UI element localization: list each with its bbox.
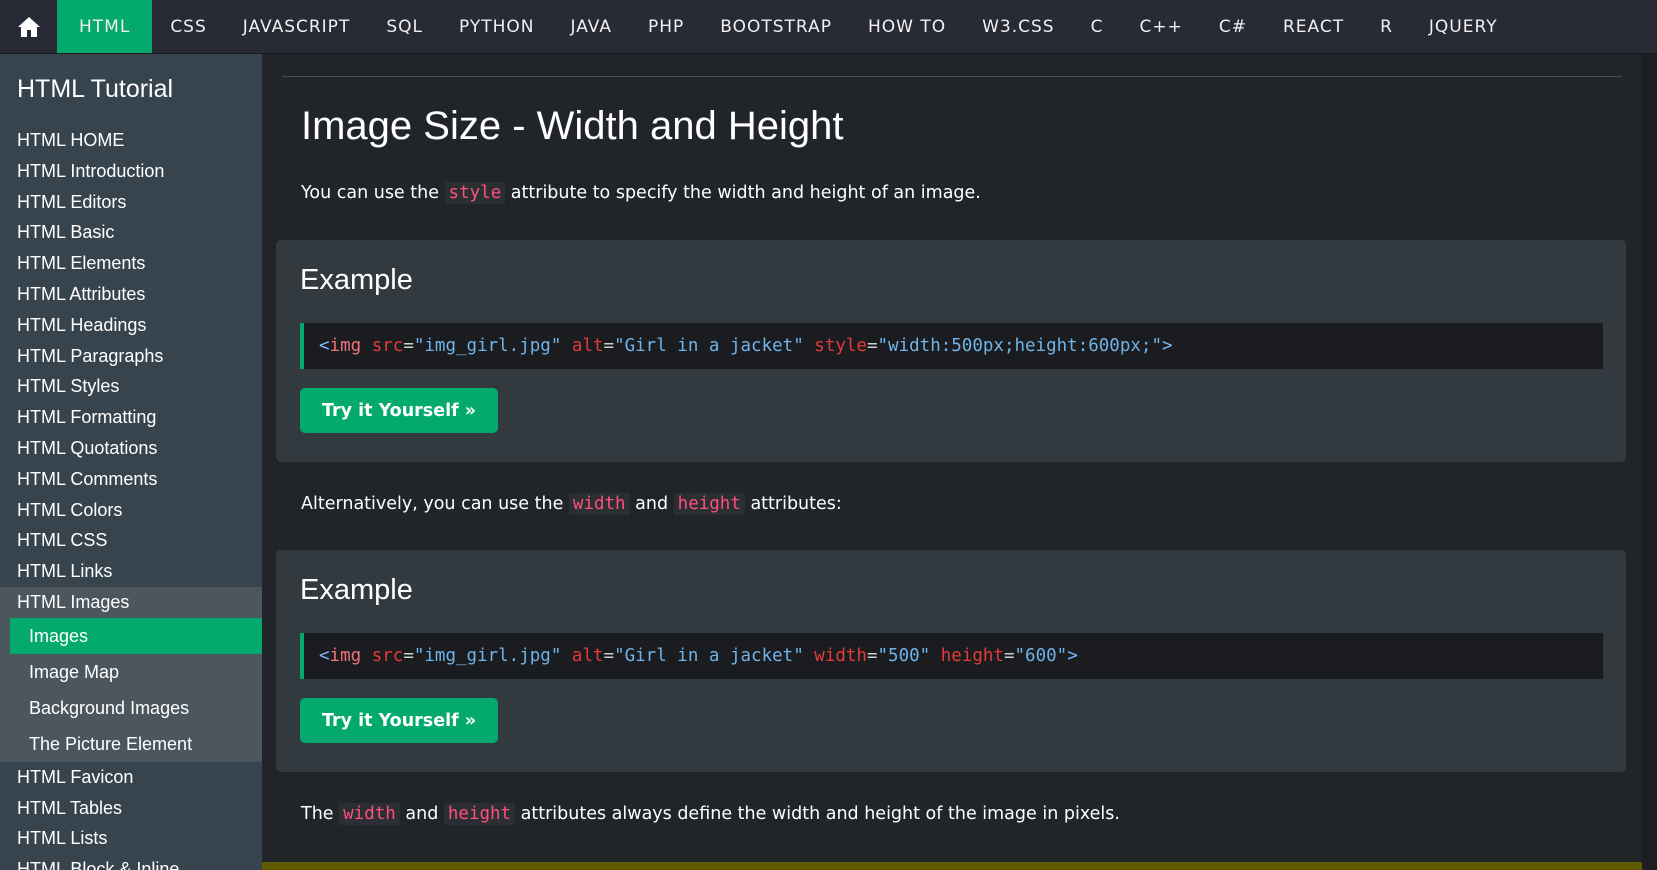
nav-r[interactable]: R — [1362, 0, 1411, 53]
sidebar-item[interactable]: HTML Lists — [0, 823, 262, 854]
code-token: "img_girl.jpg" — [413, 646, 562, 666]
nav-w3css[interactable]: W3.CSS — [964, 0, 1072, 53]
para-text: and — [629, 494, 674, 514]
intro-text-before: You can use the — [301, 183, 445, 203]
try-it-yourself-button[interactable]: Try it Yourself » — [300, 388, 499, 433]
para-text: The — [301, 804, 340, 824]
sidebar-list-after: HTML Favicon HTML Tables HTML Lists HTML… — [0, 762, 262, 870]
nav-php[interactable]: PHP — [630, 0, 702, 53]
nav-python[interactable]: PYTHON — [441, 0, 553, 53]
inline-code-height: height — [443, 803, 516, 825]
nav-html[interactable]: HTML — [57, 0, 153, 53]
nav-css[interactable]: CSS — [152, 0, 224, 53]
code-token: "Girl in a jacket" — [614, 336, 804, 356]
nav-csharp[interactable]: C# — [1201, 0, 1265, 53]
nav-sql[interactable]: SQL — [368, 0, 441, 53]
nav-javascript[interactable]: JAVASCRIPT — [225, 0, 369, 53]
alternative-paragraph: Alternatively, you can use the width and… — [301, 493, 842, 515]
nav-c[interactable]: C — [1073, 0, 1122, 53]
sidebar-subitem-background-images[interactable]: Background Images — [10, 690, 262, 726]
code-token: > — [1162, 336, 1173, 356]
example-box-2: Example < img src = "img_girl.jpg" alt = "Gir… — [276, 550, 1626, 772]
sidebar-subitem-picture-element[interactable]: The Picture Element — [10, 726, 262, 762]
code-token: > — [1067, 646, 1078, 666]
para-text: attributes: — [744, 494, 842, 514]
code-token: "width:500px;height:600px;" — [877, 336, 1162, 356]
nav-jquery[interactable]: JQUERY — [1411, 0, 1516, 53]
code-token: img — [329, 336, 362, 356]
code-token: < — [319, 336, 330, 356]
intro-text-after: attribute to specify the width and heigh… — [505, 183, 981, 203]
sidebar-item[interactable]: HTML Paragraphs — [0, 341, 262, 372]
sidebar-item[interactable]: HTML Attributes — [0, 279, 262, 310]
para-text: and — [399, 804, 444, 824]
sidebar-item[interactable]: HTML Headings — [0, 310, 262, 341]
sidebar-item[interactable]: HTML HOME — [0, 125, 262, 156]
sidebar-item-html-images[interactable]: HTML Images — [0, 586, 262, 618]
inline-code-width: width — [339, 803, 400, 825]
inline-code-height: height — [673, 493, 745, 515]
code-token: alt — [571, 646, 604, 666]
para-text: attributes always define the width and h… — [515, 804, 1120, 824]
home-button[interactable] — [0, 0, 57, 54]
final-paragraph: The width and height attributes always d… — [301, 803, 1120, 825]
code-block: < img src = "img_girl.jpg" alt = "Girl in a j… — [300, 633, 1603, 679]
sidebar-item[interactable]: HTML Introduction — [0, 156, 262, 187]
sidebar-item[interactable]: HTML Links — [0, 556, 262, 587]
sidebar: HTML Tutorial HTML HOME HTML Introductio… — [0, 54, 262, 870]
sidebar-item[interactable]: HTML CSS — [0, 525, 262, 556]
top-navbar: HTML CSS JAVASCRIPT SQL PYTHON JAVA PHP … — [0, 0, 1657, 54]
sidebar-item[interactable]: HTML Block & Inline — [0, 854, 262, 870]
sidebar-item[interactable]: HTML Elements — [0, 248, 262, 279]
nav-how-to[interactable]: HOW TO — [850, 0, 964, 53]
nav-java[interactable]: JAVA — [553, 0, 630, 53]
main-content: Image Size - Width and Height You can us… — [262, 54, 1642, 870]
page-title: Image Size - Width and Height — [301, 104, 844, 148]
sidebar-title: HTML Tutorial — [17, 75, 174, 103]
code-token: < — [319, 646, 330, 666]
code-token: "img_girl.jpg" — [413, 336, 562, 356]
inline-code-width: width — [568, 493, 630, 515]
code-token: img — [329, 646, 362, 666]
try-it-yourself-button[interactable]: Try it Yourself » — [300, 698, 499, 743]
intro-paragraph: You can use the style attribute to speci… — [301, 182, 981, 204]
sidebar-item[interactable]: HTML Formatting — [0, 402, 262, 433]
code-token: "Girl in a jacket" — [614, 646, 804, 666]
code-token: src — [371, 336, 404, 356]
sidebar-subitem-image-map[interactable]: Image Map — [10, 654, 262, 690]
sidebar-item[interactable]: HTML Editors — [0, 187, 262, 218]
nav-bootstrap[interactable]: BOOTSTRAP — [702, 0, 850, 53]
para-text: Alternatively, you can use the — [301, 494, 569, 514]
code-token: alt — [571, 336, 604, 356]
example-box-1: Example < img src = "img_girl.jpg" alt = "Gir… — [276, 240, 1626, 462]
inline-code-style: style — [444, 182, 506, 204]
sidebar-item[interactable]: HTML Quotations — [0, 433, 262, 464]
scrollbar[interactable] — [1642, 54, 1657, 870]
sidebar-list-before: HTML HOME HTML Introduction HTML Editors… — [0, 125, 262, 587]
example-title: Example — [300, 264, 413, 296]
sidebar-item[interactable]: HTML Tables — [0, 793, 262, 824]
sidebar-subgroup-images: Images Image Map Background Images The P… — [0, 617, 262, 762]
home-icon — [17, 17, 40, 37]
sidebar-item[interactable]: HTML Basic — [0, 217, 262, 248]
sidebar-item[interactable]: HTML Colors — [0, 495, 262, 526]
sidebar-item[interactable]: HTML Favicon — [0, 762, 262, 793]
example-title: Example — [300, 574, 413, 606]
code-block: < img src = "img_girl.jpg" alt = "Girl in a j… — [300, 323, 1603, 369]
code-token: style — [814, 336, 867, 356]
sidebar-subitem-images[interactable]: Images — [10, 617, 262, 654]
divider — [282, 76, 1622, 77]
nav-cpp[interactable]: C++ — [1121, 0, 1200, 53]
bottom-banner-edge — [262, 862, 1642, 870]
sidebar-item[interactable]: HTML Styles — [0, 371, 262, 402]
nav-react[interactable]: REACT — [1265, 0, 1362, 53]
code-token: width — [814, 646, 867, 666]
code-token: "500" — [877, 646, 931, 666]
sidebar-item[interactable]: HTML Comments — [0, 464, 262, 495]
code-token: src — [371, 646, 404, 666]
code-token: "600" — [1014, 646, 1068, 666]
code-token: height — [940, 646, 1004, 666]
